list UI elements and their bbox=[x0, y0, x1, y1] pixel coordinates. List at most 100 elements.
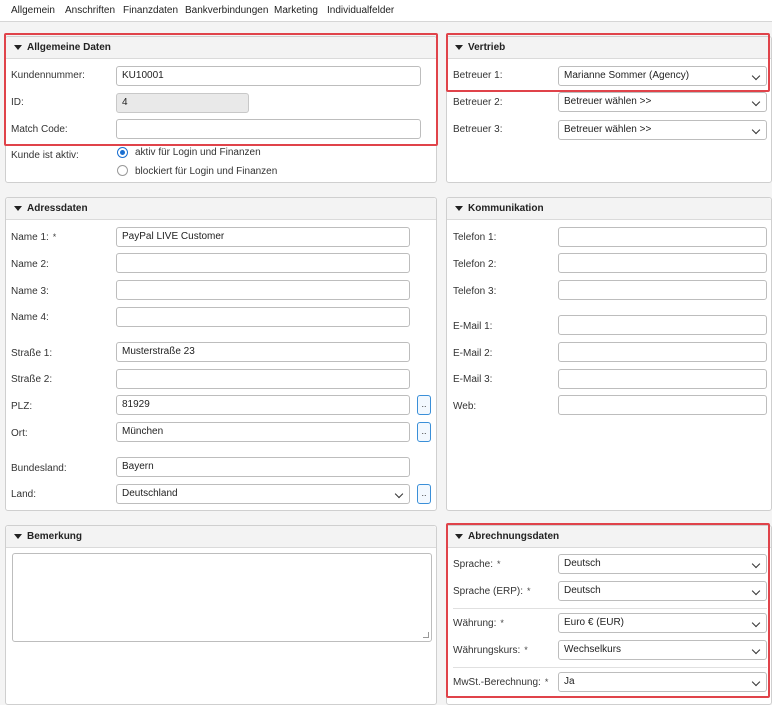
abrechnungsdaten-header[interactable]: Abrechnungsdaten bbox=[447, 526, 771, 548]
matchcode-input[interactable] bbox=[116, 119, 421, 139]
telefon2-label: Telefon 2: bbox=[453, 259, 497, 270]
panel-title: Abrechnungsdaten bbox=[468, 531, 560, 542]
betreuer2-select[interactable]: Betreuer wählen >> bbox=[558, 92, 767, 112]
waehrung-select[interactable]: Euro € (EUR) bbox=[558, 613, 767, 633]
radio-aktiv-label[interactable]: aktiv für Login und Finanzen bbox=[135, 147, 261, 158]
tab-individualfelder[interactable]: Individualfelder bbox=[327, 5, 394, 16]
required-marker: * bbox=[497, 559, 501, 569]
panel-title: Kommunikation bbox=[468, 203, 544, 214]
resize-grip-icon[interactable] bbox=[423, 632, 429, 638]
email3-label: E-Mail 3: bbox=[453, 374, 493, 385]
tab-anschriften[interactable]: Anschriften bbox=[65, 5, 115, 16]
sprache-erp-label: Sprache (ERP): * bbox=[453, 586, 531, 597]
bemerkung-textarea[interactable] bbox=[12, 553, 432, 642]
divider bbox=[453, 608, 767, 609]
panel-title: Allgemeine Daten bbox=[27, 42, 111, 53]
name4-label: Name 4: bbox=[11, 312, 49, 323]
kommunikation-header[interactable]: Kommunikation bbox=[447, 198, 771, 220]
mwst-select[interactable]: Ja bbox=[558, 672, 767, 692]
telefon2-input[interactable] bbox=[558, 253, 767, 273]
collapse-caret-icon bbox=[455, 45, 463, 50]
vertrieb-header[interactable]: Vertrieb bbox=[447, 37, 771, 59]
chevron-down-icon bbox=[394, 489, 404, 499]
allgemeine-daten-panel: Allgemeine Daten Kundennummer: KU10001 I… bbox=[5, 36, 437, 183]
kundennummer-input[interactable]: KU10001 bbox=[116, 66, 421, 86]
ort-lookup-button[interactable]: .. bbox=[417, 422, 431, 442]
plz-label: PLZ: bbox=[11, 401, 33, 412]
required-marker: * bbox=[544, 677, 549, 687]
mwst-label: MwSt.-Berechnung: * bbox=[453, 677, 549, 688]
sprache-select[interactable]: Deutsch bbox=[558, 554, 767, 574]
strasse1-input[interactable]: Musterstraße 23 bbox=[116, 342, 410, 362]
collapse-caret-icon bbox=[14, 206, 22, 211]
name2-input[interactable] bbox=[116, 253, 410, 273]
betreuer2-label: Betreuer 2: bbox=[453, 97, 503, 108]
waehrungskurs-select[interactable]: Wechselkurs bbox=[558, 640, 767, 660]
bundesland-label: Bundesland: bbox=[11, 463, 67, 474]
ort-label: Ort: bbox=[11, 428, 28, 439]
radio-aktiv[interactable] bbox=[117, 147, 128, 158]
divider bbox=[453, 667, 767, 668]
waehrungskurs-label: Währungskurs: * bbox=[453, 645, 528, 656]
panel-title: Vertrieb bbox=[468, 42, 506, 53]
bundesland-input[interactable]: Bayern bbox=[116, 457, 410, 477]
waehrung-value: Euro € (EUR) bbox=[564, 617, 625, 628]
name1-label: Name 1: * bbox=[11, 232, 57, 243]
allgemeine-daten-header[interactable]: Allgemeine Daten bbox=[6, 37, 436, 59]
strasse2-input[interactable] bbox=[116, 369, 410, 389]
land-label: Land: bbox=[11, 489, 37, 500]
land-select[interactable]: Deutschland bbox=[116, 484, 410, 504]
email1-input[interactable] bbox=[558, 315, 767, 335]
tab-marketing[interactable]: Marketing bbox=[274, 5, 318, 16]
id-field: 4 bbox=[116, 93, 249, 113]
name1-input[interactable]: PayPal LIVE Customer bbox=[116, 227, 410, 247]
betreuer3-select[interactable]: Betreuer wählen >> bbox=[558, 120, 767, 140]
collapse-caret-icon bbox=[455, 206, 463, 211]
web-label: Web: bbox=[453, 401, 477, 412]
betreuer3-value: Betreuer wählen >> bbox=[564, 124, 652, 135]
chevron-down-icon bbox=[751, 559, 761, 569]
telefon1-input[interactable] bbox=[558, 227, 767, 247]
radio-blockiert-label[interactable]: blockiert für Login und Finanzen bbox=[135, 166, 277, 177]
chevron-down-icon bbox=[751, 677, 761, 687]
chevron-down-icon bbox=[751, 125, 761, 135]
sprache-erp-select[interactable]: Deutsch bbox=[558, 581, 767, 601]
waehrungskurs-value: Wechselkurs bbox=[564, 644, 622, 655]
name3-input[interactable] bbox=[116, 280, 410, 300]
land-value: Deutschland bbox=[122, 488, 178, 499]
tab-allgemein[interactable]: Allgemein bbox=[11, 5, 55, 16]
collapse-caret-icon bbox=[14, 45, 22, 50]
telefon3-input[interactable] bbox=[558, 280, 767, 300]
betreuer1-label: Betreuer 1: bbox=[453, 70, 503, 81]
email2-label: E-Mail 2: bbox=[453, 348, 493, 359]
bemerkung-header[interactable]: Bemerkung bbox=[6, 526, 436, 548]
strasse2-label: Straße 2: bbox=[11, 374, 53, 385]
email3-input[interactable] bbox=[558, 369, 767, 389]
email1-label: E-Mail 1: bbox=[453, 321, 493, 332]
collapse-caret-icon bbox=[455, 534, 463, 539]
betreuer1-select[interactable]: Marianne Sommer (Agency) bbox=[558, 66, 767, 86]
land-lookup-button[interactable]: .. bbox=[417, 484, 431, 504]
name3-label: Name 3: bbox=[11, 286, 49, 297]
chevron-down-icon bbox=[751, 586, 761, 596]
id-label: ID: bbox=[11, 97, 24, 108]
plz-lookup-button[interactable]: .. bbox=[417, 395, 431, 415]
plz-input[interactable]: 81929 bbox=[116, 395, 410, 415]
adressdaten-header[interactable]: Adressdaten bbox=[6, 198, 436, 220]
matchcode-label: Match Code: bbox=[11, 124, 68, 135]
email2-input[interactable] bbox=[558, 342, 767, 362]
waehrung-label: Währung: * bbox=[453, 618, 504, 629]
panel-title: Adressdaten bbox=[27, 203, 88, 214]
betreuer2-value: Betreuer wählen >> bbox=[564, 96, 652, 107]
tab-bankverbindungen[interactable]: Bankverbindungen bbox=[185, 5, 268, 16]
betreuer3-label: Betreuer 3: bbox=[453, 124, 503, 135]
web-input[interactable] bbox=[558, 395, 767, 415]
kunde-aktiv-label: Kunde ist aktiv: bbox=[11, 150, 79, 161]
tab-bar: Allgemein Anschriften Finanzdaten Bankve… bbox=[0, 0, 772, 22]
ort-input[interactable]: München bbox=[116, 422, 410, 442]
tab-finanzdaten[interactable]: Finanzdaten bbox=[123, 5, 178, 16]
chevron-down-icon bbox=[751, 97, 761, 107]
adressdaten-panel: Adressdaten Name 1: * PayPal LIVE Custome… bbox=[5, 197, 437, 511]
radio-blockiert[interactable] bbox=[117, 165, 128, 176]
name4-input[interactable] bbox=[116, 307, 410, 327]
